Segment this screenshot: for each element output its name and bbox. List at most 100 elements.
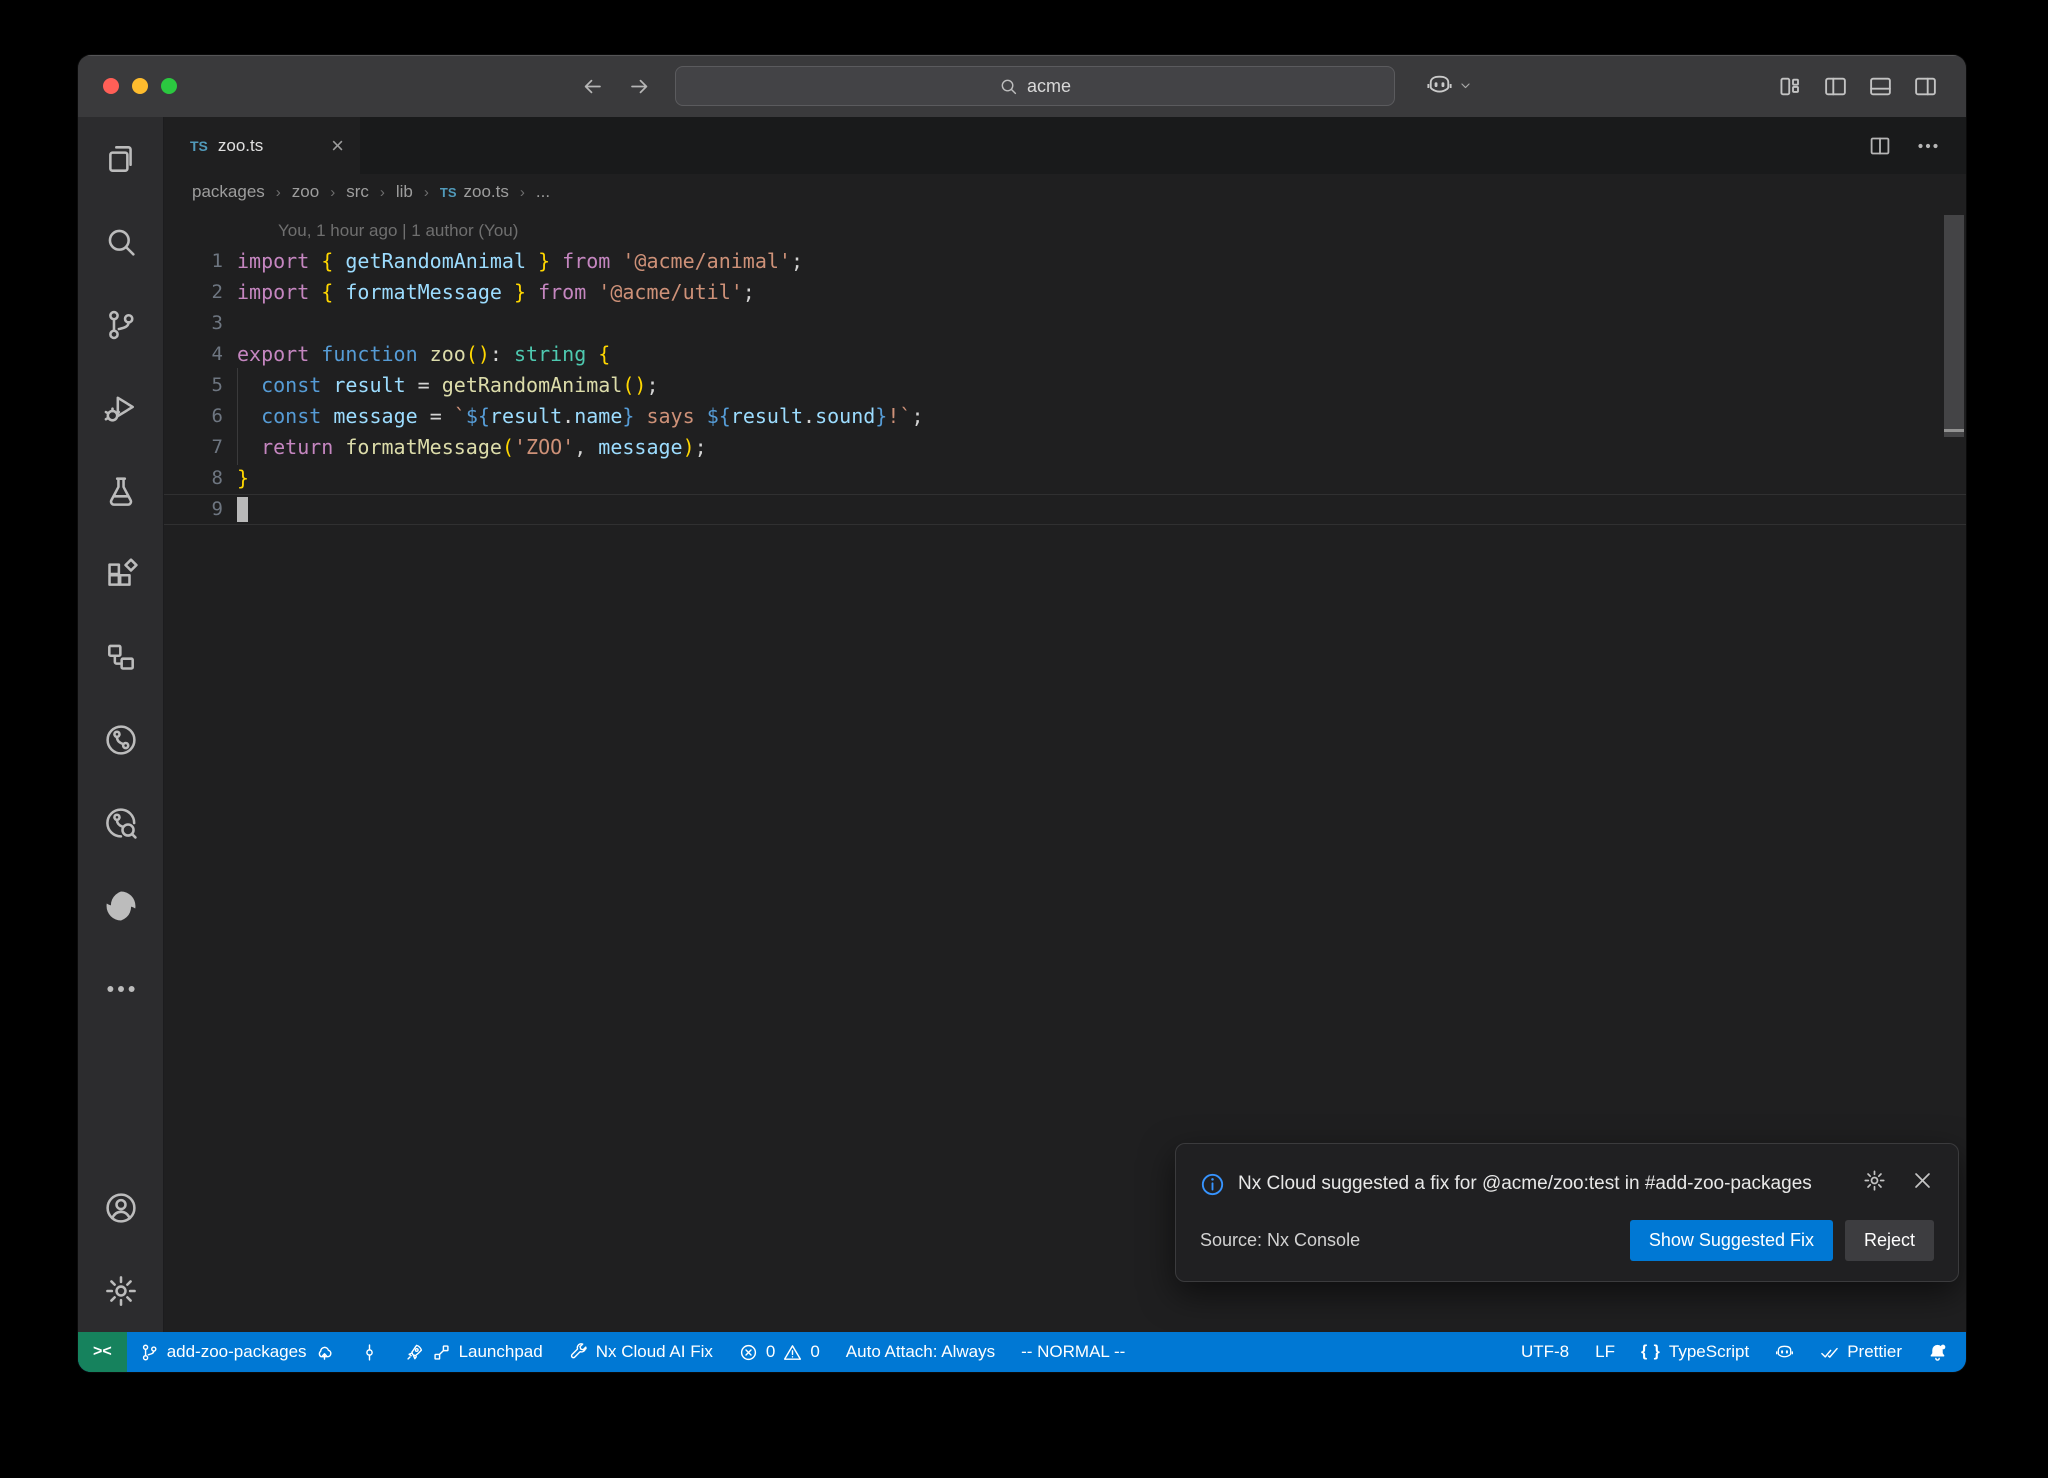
activity-item-nx-cloud[interactable] (78, 864, 163, 947)
line-number: 4 (164, 339, 237, 370)
status-label: { } (1641, 1343, 1661, 1361)
activity-item-explorer[interactable] (78, 117, 163, 200)
inline-blame: You, 1 hour ago | 1 author (You) (164, 215, 1966, 246)
gear-icon (104, 1274, 138, 1308)
activity-item-extensions[interactable] (78, 532, 163, 615)
notification-buttons: Show Suggested Fix Reject (1630, 1220, 1934, 1261)
status-label: UTF-8 (1521, 1342, 1569, 1362)
line-number: 3 (164, 308, 237, 339)
info-icon (1200, 1172, 1225, 1197)
breadcrumb-label: src (346, 182, 369, 202)
status-label: add-zoo-packages (167, 1342, 307, 1362)
breadcrumb-item-zoo[interactable]: zoo (292, 182, 319, 202)
back-button[interactable] (581, 75, 604, 98)
line-number: 6 (164, 401, 237, 432)
code-line-1: 1import { getRandomAnimal } from '@acme/… (164, 246, 1966, 277)
files-icon (104, 142, 138, 176)
close-tab-icon[interactable]: × (331, 135, 344, 157)
code-text: } (237, 463, 249, 494)
toggle-panel-button[interactable] (1868, 74, 1893, 99)
status-remote[interactable]: >< (78, 1332, 127, 1372)
customize-layout-button[interactable] (1778, 74, 1803, 99)
status-encoding[interactable]: UTF-8 (1508, 1332, 1582, 1372)
status-language[interactable]: { } TypeScript (1628, 1332, 1762, 1372)
breadcrumb-item-zoo-ts[interactable]: TSzoo.ts (440, 182, 509, 202)
rocket-icon (405, 1343, 424, 1362)
desktop: { "titlebar": { "search": { "icon": "sea… (0, 0, 2048, 1478)
status-label: Nx Cloud AI Fix (596, 1342, 713, 1362)
git-branch-icon (140, 1343, 159, 1362)
breadcrumb-label: ... (536, 182, 550, 202)
copilot-button[interactable] (1426, 72, 1473, 99)
toggle-secondary-sidebar-button[interactable] (1913, 74, 1938, 99)
code-text: export function zoo(): string { (237, 339, 610, 370)
editor-cursor (237, 497, 248, 522)
forward-button[interactable] (628, 75, 651, 98)
status-problems[interactable]: 00 (726, 1332, 833, 1372)
split-editor-button[interactable] (1868, 134, 1892, 158)
close-icon[interactable] (1911, 1169, 1934, 1192)
ellipsis-icon (1916, 134, 1940, 158)
activity-item-source-control[interactable] (78, 283, 163, 366)
activity-item-commit-graph[interactable] (78, 698, 163, 781)
breadcrumb-item-src[interactable]: src (346, 182, 369, 202)
breadcrumb-separator: › (424, 184, 429, 201)
activity-item-settings[interactable] (78, 1249, 163, 1332)
more-actions-button[interactable] (1916, 134, 1940, 158)
reject-button[interactable]: Reject (1845, 1220, 1934, 1261)
breadcrumb-separator: › (520, 184, 525, 201)
line-number: 1 (164, 246, 237, 277)
activity-item-additional-views[interactable] (78, 947, 163, 1030)
notification-actions (1863, 1169, 1934, 1192)
activity-item-commit-search[interactable] (78, 781, 163, 864)
line-number: 8 (164, 463, 237, 494)
close-window-button[interactable] (103, 78, 119, 94)
status-bar-right: UTF-8 LF { } TypeScript Prettier (1508, 1332, 1966, 1372)
breadcrumb-separator: › (330, 184, 335, 201)
bell-dot-icon (1928, 1343, 1947, 1362)
status-bar: >< add-zoo-packages Launchpad Nx Cloud AI F… (78, 1332, 1966, 1372)
status-branch[interactable]: add-zoo-packages (127, 1332, 347, 1372)
traffic-lights (103, 78, 177, 94)
status-vim-mode[interactable]: -- NORMAL -- (1008, 1332, 1138, 1372)
status-nx-cloud-ai-fix[interactable]: Nx Cloud AI Fix (556, 1332, 726, 1372)
activity-item-search[interactable] (78, 200, 163, 283)
toggle-primary-sidebar-button[interactable] (1823, 74, 1848, 99)
layout-panel-icon (1868, 74, 1893, 99)
double-check-icon (1820, 1343, 1839, 1362)
tab-zoo-ts[interactable]: TS zoo.ts × (164, 117, 360, 174)
layout-customize-icon (1778, 74, 1803, 99)
search-icon (104, 225, 138, 259)
swirl-icon (104, 889, 138, 923)
minimize-window-button[interactable] (132, 78, 148, 94)
status-copilot-status[interactable] (1762, 1332, 1807, 1372)
activity-item-run-and-debug[interactable] (78, 366, 163, 449)
notification-footer: Source: Nx Console Show Suggested Fix Re… (1200, 1220, 1934, 1261)
breadcrumb-item-packages[interactable]: packages (192, 182, 265, 202)
status-eol[interactable]: LF (1582, 1332, 1628, 1372)
gear-icon[interactable] (1863, 1169, 1886, 1192)
breadcrumb-item--[interactable]: ... (536, 182, 550, 202)
breadcrumb-item-lib[interactable]: lib (396, 182, 413, 202)
editor-scrollbar[interactable] (1944, 215, 1964, 437)
layout-controls (1778, 55, 1938, 117)
search-icon (999, 77, 1018, 96)
status-auto-attach[interactable]: Auto Attach: Always (833, 1332, 1008, 1372)
status-label: TypeScript (1669, 1342, 1749, 1362)
activity-item-accounts[interactable] (78, 1166, 163, 1249)
status-notifications-bell[interactable] (1915, 1332, 1960, 1372)
breadcrumb-separator: › (380, 184, 385, 201)
activity-item-testing[interactable] (78, 449, 163, 532)
tab-bar: TS zoo.ts × (164, 117, 1966, 174)
extensions-icon (104, 557, 138, 591)
status-formatter[interactable]: Prettier (1807, 1332, 1915, 1372)
code-lines: 1import { getRandomAnimal } from '@acme/… (164, 246, 1966, 525)
command-center[interactable]: acme (675, 66, 1395, 106)
status-label: Prettier (1847, 1342, 1902, 1362)
status-launchpad[interactable]: Launchpad (392, 1332, 556, 1372)
zoom-window-button[interactable] (161, 78, 177, 94)
activity-item-nx-console[interactable] (78, 615, 163, 698)
show-suggested-fix-button[interactable]: Show Suggested Fix (1630, 1220, 1833, 1261)
git-commit-icon (360, 1343, 379, 1362)
status-commit-graph[interactable] (347, 1332, 392, 1372)
